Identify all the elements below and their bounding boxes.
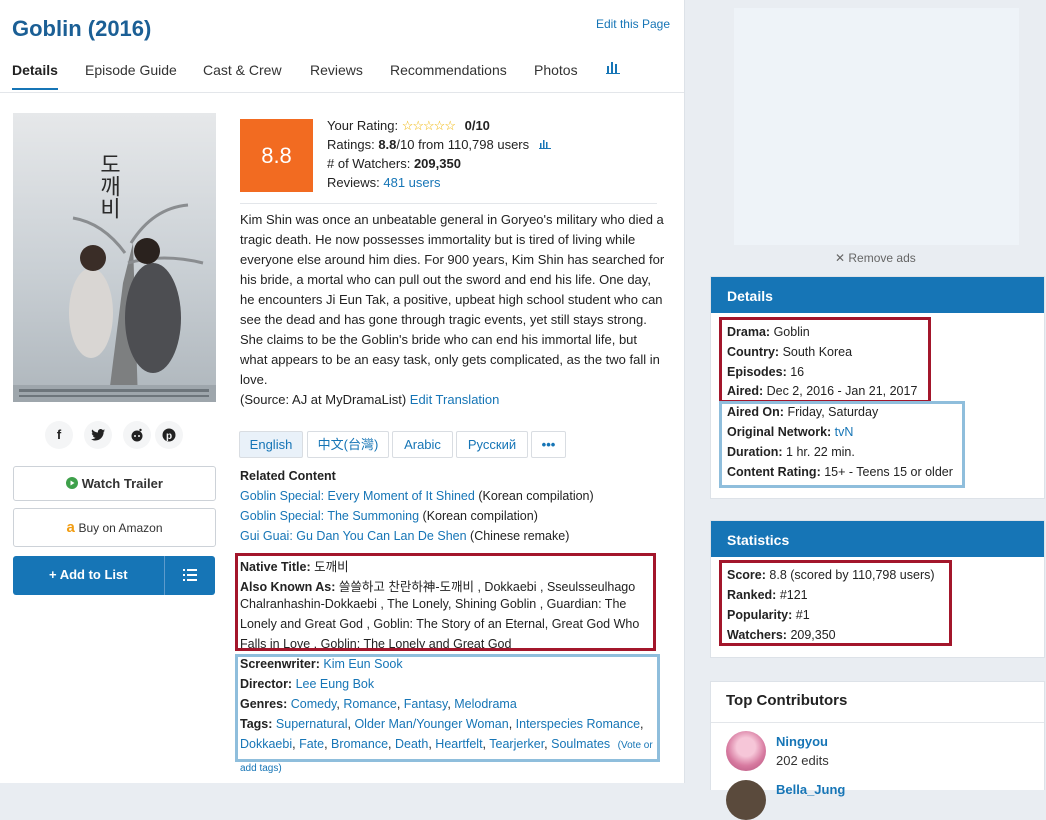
vote-tags-row: add tags): [240, 760, 282, 774]
play-icon: [66, 477, 79, 489]
more-languages-button[interactable]: •••: [531, 431, 566, 458]
edit-page-link[interactable]: Edit this Page: [596, 17, 670, 31]
tab-details[interactable]: Details: [12, 62, 58, 90]
score-badge: 8.8: [240, 119, 313, 192]
buy-on-amazon-button[interactable]: a Buy on Amazon: [13, 508, 216, 547]
related-heading: Related Content: [240, 469, 336, 483]
watchers-value: 209,350: [413, 156, 461, 171]
tab-bar: Details Episode Guide Cast & Crew Review…: [0, 56, 684, 93]
highlight-box-titles: [235, 553, 656, 651]
lang-english[interactable]: English: [239, 431, 303, 458]
contributor-edits: 202 edits: [776, 753, 829, 768]
avatar[interactable]: [726, 780, 766, 820]
rating-stars[interactable]: ☆☆☆☆☆: [402, 118, 456, 133]
your-rating-value: 0/10: [464, 118, 490, 133]
contributors-heading: Top Contributors: [726, 692, 848, 709]
details-heading: Details: [711, 277, 1044, 313]
divider: [711, 722, 1044, 723]
watchers-row: # of Watchers: 209,350: [327, 156, 461, 171]
ratings-row: Ratings: 8.8/10 from 110,798 users: [327, 137, 551, 152]
lang-chinese[interactable]: 中文(台灣): [307, 431, 389, 458]
amazon-icon: a: [66, 519, 75, 536]
vote-tags-link[interactable]: add tags): [240, 763, 282, 774]
reviews-row: Reviews: 481 users: [327, 175, 440, 190]
facebook-icon[interactable]: f: [45, 421, 73, 449]
related-link[interactable]: Gui Guai: Gu Dan You Can Lan De Shen: [240, 529, 467, 543]
related-link[interactable]: Goblin Special: The Summoning: [240, 509, 419, 523]
related-item: Gui Guai: Gu Dan You Can Lan De Shen (Ch…: [240, 529, 569, 543]
highlight-box-broadcast-info: [719, 401, 965, 488]
remove-ads-link[interactable]: ✕ Remove ads: [835, 251, 916, 265]
ratings-value: 8.8: [378, 137, 397, 152]
tab-episode-guide[interactable]: Episode Guide: [85, 62, 177, 88]
page-title: Goblin (2016): [12, 16, 152, 41]
lang-arabic[interactable]: Arabic: [392, 431, 453, 458]
highlight-box-basic-info: [719, 317, 931, 403]
related-note: (Korean compilation): [422, 509, 538, 523]
contributors-panel: Top Contributors: [710, 681, 1045, 790]
pinterest-icon[interactable]: p: [155, 421, 183, 449]
related-link[interactable]: Goblin Special: Every Moment of It Shine…: [240, 489, 475, 503]
source-text: (Source: AJ at MyDramaList): [240, 392, 407, 407]
tab-cast-crew[interactable]: Cast & Crew: [203, 62, 282, 88]
add-to-list-label: + Add to List: [49, 567, 128, 582]
bar-chart-icon[interactable]: [606, 60, 620, 87]
tab-photos[interactable]: Photos: [534, 62, 578, 88]
button-divider: [164, 556, 165, 595]
related-note: (Chinese remake): [470, 529, 570, 543]
highlight-box-statistics: [719, 560, 952, 646]
add-to-list-button[interactable]: + Add to List: [13, 556, 215, 595]
divider: [240, 203, 657, 204]
buy-on-amazon-label: Buy on Amazon: [78, 521, 163, 535]
ratings-count: /10 from 110,798 users: [396, 137, 530, 152]
your-rating-row: Your Rating: ☆☆☆☆☆ 0/10: [327, 118, 490, 134]
edit-translation-link[interactable]: Edit Translation: [410, 392, 500, 407]
tab-recommendations[interactable]: Recommendations: [390, 62, 507, 88]
twitter-icon[interactable]: [84, 421, 112, 449]
contributor-name-link[interactable]: Bella_Jung: [776, 782, 845, 797]
contributor-name-link[interactable]: Ningyou: [776, 734, 828, 749]
related-item: Goblin Special: Every Moment of It Shine…: [240, 489, 594, 503]
statistics-heading: Statistics: [711, 521, 1044, 557]
tab-reviews[interactable]: Reviews: [310, 62, 363, 88]
rating-chart-icon[interactable]: [538, 137, 551, 152]
avatar[interactable]: [726, 731, 766, 771]
source-line: (Source: AJ at MyDramaList) Edit Transla…: [240, 392, 499, 407]
watch-trailer-button[interactable]: Watch Trailer: [13, 466, 216, 501]
ratings-label: Ratings:: [327, 137, 375, 152]
highlight-box-credits: [235, 654, 660, 762]
reviews-link[interactable]: 481 users: [383, 175, 440, 190]
ad-placeholder: [734, 8, 1019, 245]
watchers-label: # of Watchers:: [327, 156, 411, 171]
your-rating-label: Your Rating:: [327, 118, 399, 133]
reddit-icon[interactable]: [123, 421, 151, 449]
list-options-icon[interactable]: [183, 568, 197, 586]
watch-trailer-label: Watch Trailer: [81, 476, 163, 491]
related-note: (Korean compilation): [478, 489, 594, 503]
poster-image[interactable]: 도깨비: [13, 113, 216, 402]
reviews-label: Reviews:: [327, 175, 380, 190]
svg-text:p: p: [166, 431, 172, 442]
lang-russian[interactable]: Русский: [456, 431, 528, 458]
synopsis-text: Kim Shin was once an unbeatable general …: [240, 212, 665, 387]
related-item: Goblin Special: The Summoning (Korean co…: [240, 509, 538, 523]
poster-title: 도깨비: [96, 153, 121, 219]
